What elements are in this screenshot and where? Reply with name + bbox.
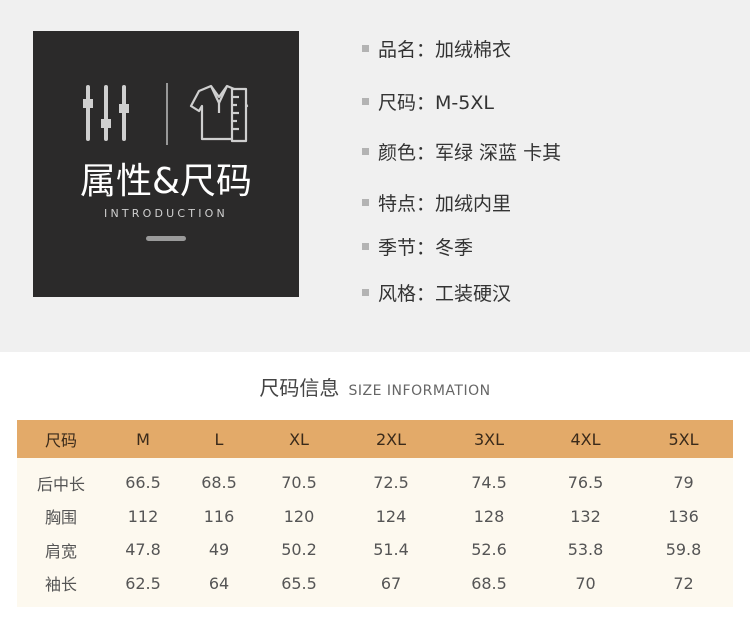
table-cell: 51.4 — [373, 540, 409, 560]
table-cell: 72 — [673, 573, 694, 593]
table-cell: 68.5 — [201, 473, 237, 493]
table-row: 袖长 62.5 64 65.5 67 68.5 70 72 — [17, 567, 733, 601]
table-cell: 112 — [127, 506, 159, 526]
badge-underline — [146, 236, 186, 241]
header-cell: M — [136, 429, 150, 449]
attribute-item-size: 尺码：M-5XL — [362, 89, 494, 114]
table-cell: 袖长 — [44, 575, 77, 595]
bullet-icon — [362, 97, 369, 105]
bullet-icon — [362, 44, 369, 52]
attribute-item-feature: 特点：加绒内里 — [362, 190, 511, 215]
table-cell: 70 — [575, 573, 596, 593]
badge-title: 属性&尺码 — [80, 161, 252, 202]
table-cell: 120 — [283, 506, 315, 526]
table-row: 胸围 112 116 120 124 128 132 136 — [17, 500, 733, 534]
table-cell: 136 — [668, 506, 699, 526]
header-cell: XL — [289, 429, 309, 449]
sliders-icon — [83, 85, 129, 141]
size-title-zh: 尺码信息 — [259, 376, 340, 400]
table-cell: 67 — [380, 573, 402, 593]
table-cell: 70.5 — [281, 473, 317, 493]
size-section-title: 尺码信息 SIZE INFORMATION — [0, 372, 750, 401]
shirt-ruler-icon — [189, 84, 249, 143]
table-cell: 49 — [208, 540, 230, 560]
size-table: 尺码 M L XL 2XL 3XL 4XL 5XL 后中长 66.5 68.5 … — [17, 420, 733, 607]
table-cell: 68.5 — [471, 573, 507, 593]
bullet-icon — [362, 288, 369, 296]
table-cell: 64 — [208, 573, 230, 593]
table-cell: 50.2 — [281, 540, 317, 560]
table-row: 后中长 66.5 68.5 70.5 72.5 74.5 76.5 79 — [17, 466, 733, 500]
size-title-en: SIZE INFORMATION — [348, 383, 491, 399]
header-cell: 4XL — [570, 429, 601, 449]
table-cell: 65.5 — [281, 573, 317, 593]
header-cell: L — [214, 429, 224, 449]
table-cell: 79 — [673, 473, 694, 493]
badge-subtitle: INTRODUCTION — [104, 207, 228, 220]
table-cell: 53.8 — [567, 540, 604, 560]
table-cell: 52.6 — [471, 540, 507, 560]
table-header-row: 尺码 M L XL 2XL 3XL 4XL 5XL — [17, 420, 733, 458]
badge-graphic: 属性&尺码 INTRODUCTION — [80, 83, 252, 241]
table-cell: 肩宽 — [44, 541, 77, 561]
attribute-item-name: 品名：加绒棉衣 — [362, 36, 511, 61]
table-cell: 72.5 — [373, 473, 409, 493]
table-cell: 66.5 — [125, 473, 161, 493]
table-cell: 74.5 — [471, 473, 507, 493]
table-cell: 116 — [203, 506, 235, 526]
table-cell: 76.5 — [567, 473, 604, 493]
table-body: 后中长 66.5 68.5 70.5 72.5 74.5 76.5 79 胸围 … — [17, 458, 733, 607]
table-cell: 62.5 — [125, 573, 161, 593]
table-cell: 后中长 — [36, 474, 85, 494]
attribute-item-season: 季节：冬季 — [362, 234, 473, 259]
table-cell: 59.8 — [665, 540, 702, 560]
header-cell: 尺码 — [44, 431, 77, 450]
table-cell: 132 — [570, 506, 601, 526]
bullet-icon — [362, 242, 369, 250]
header-cell: 2XL — [375, 429, 407, 449]
table-cell: 124 — [375, 506, 407, 526]
attribute-badge-panel: 属性&尺码 INTRODUCTION — [33, 31, 299, 297]
table-cell: 47.8 — [125, 540, 161, 560]
bullet-icon — [362, 198, 369, 206]
table-cell: 128 — [473, 506, 505, 526]
header-cell: 5XL — [668, 429, 699, 449]
attribute-item-color: 颜色：军绿 深蓝 卡其 — [362, 139, 561, 164]
bullet-icon — [362, 147, 369, 155]
header-cell: 3XL — [473, 429, 505, 449]
attribute-item-style: 风格：工装硬汉 — [362, 280, 511, 305]
table-row: 肩宽 47.8 49 50.2 51.4 52.6 53.8 59.8 — [17, 533, 733, 567]
table-cell: 胸围 — [44, 508, 77, 528]
